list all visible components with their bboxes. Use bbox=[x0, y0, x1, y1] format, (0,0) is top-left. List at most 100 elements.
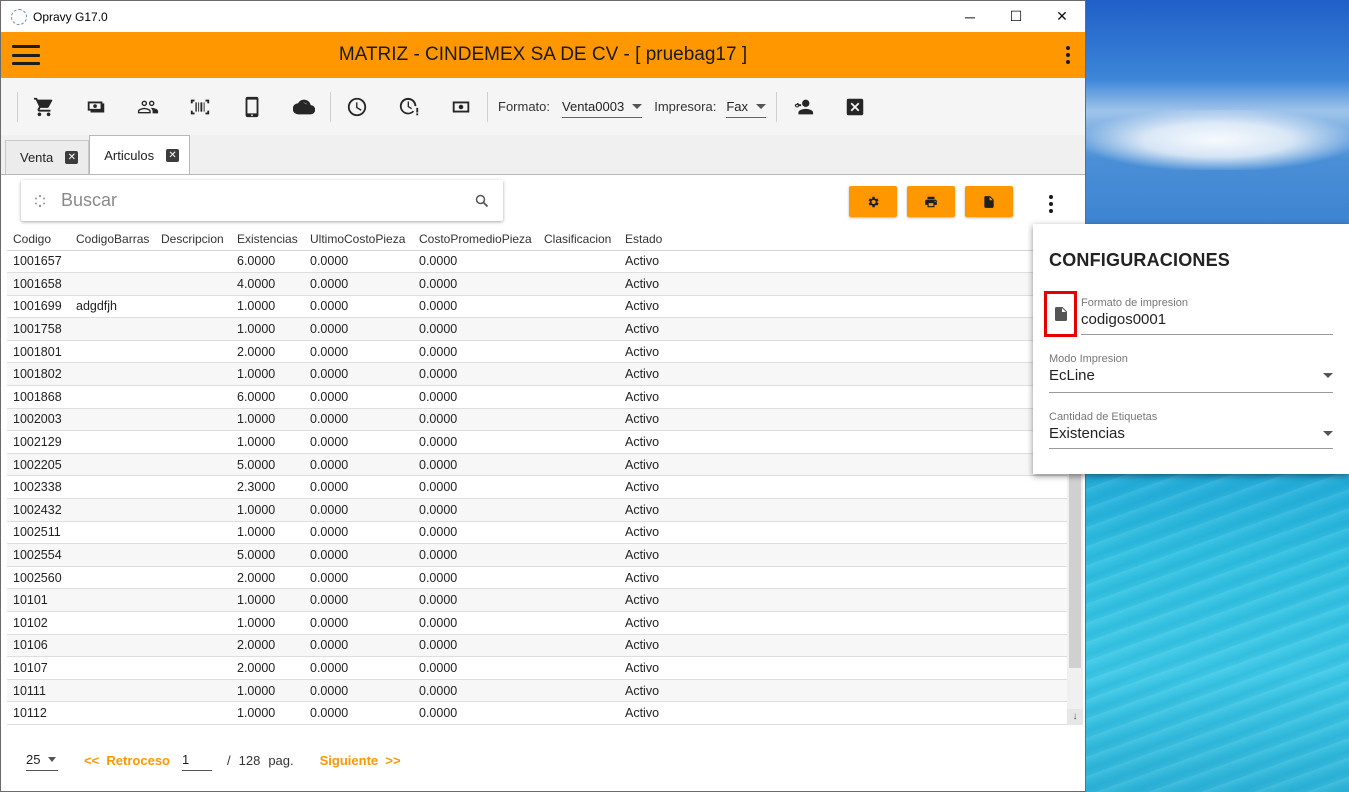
column-header[interactable]: Descripcion bbox=[155, 228, 231, 251]
search-input[interactable] bbox=[61, 190, 475, 211]
print-button[interactable] bbox=[907, 186, 955, 217]
table-row[interactable]: 10112 1.0000 0.0000 0.0000 Activo bbox=[7, 701, 1067, 725]
close-icon[interactable]: ✕ bbox=[65, 151, 79, 164]
table-row[interactable]: 1002205 5.0000 0.0000 0.0000 Activo bbox=[7, 453, 1067, 477]
table-cell: 0.0000 bbox=[304, 588, 413, 612]
formato-label: Formato: bbox=[498, 99, 551, 114]
table-cell bbox=[70, 362, 155, 387]
table-cell: adgdfjh bbox=[70, 295, 155, 319]
minimize-button[interactable]: ─ bbox=[947, 1, 993, 32]
money-icon[interactable] bbox=[435, 87, 487, 127]
table-row[interactable]: 10101 1.0000 0.0000 0.0000 Activo bbox=[7, 588, 1067, 612]
clock-alert-icon[interactable] bbox=[383, 87, 435, 127]
table-cell: 0.0000 bbox=[413, 317, 538, 341]
user-key-icon[interactable] bbox=[777, 87, 829, 127]
close-window-button[interactable]: ✕ bbox=[1039, 1, 1085, 32]
table-row[interactable]: 1002129 1.0000 0.0000 0.0000 Activo bbox=[7, 430, 1067, 454]
impresora-label: Impresora: bbox=[654, 99, 717, 114]
table-row[interactable]: 10106 2.0000 0.0000 0.0000 Activo bbox=[7, 634, 1067, 658]
table-cell: 0.0000 bbox=[413, 701, 538, 725]
maximize-button[interactable]: ☐ bbox=[993, 1, 1039, 32]
articulos-panel: Codigo CodigoBarras Descripcion Existenc… bbox=[1, 175, 1085, 791]
close-icon[interactable]: ✕ bbox=[166, 148, 180, 162]
table-cell bbox=[70, 408, 155, 432]
table-cell: 1002432 bbox=[7, 498, 70, 522]
cloud-sync-icon[interactable] bbox=[278, 87, 330, 127]
table-header-row: Codigo CodigoBarras Descripcion Existenc… bbox=[7, 228, 1067, 251]
table-cell: 0.0000 bbox=[304, 453, 413, 477]
column-header[interactable]: Estado bbox=[619, 228, 1067, 251]
tablet-icon[interactable] bbox=[226, 87, 278, 127]
table-row[interactable]: 10107 2.0000 0.0000 0.0000 Activo bbox=[7, 656, 1067, 680]
table-row[interactable]: 1002432 1.0000 0.0000 0.0000 Activo bbox=[7, 498, 1067, 522]
table-row[interactable]: 1001658 4.0000 0.0000 0.0000 Activo bbox=[7, 272, 1067, 296]
table-cell: Activo bbox=[619, 408, 1067, 432]
column-header[interactable]: Existencias bbox=[231, 228, 304, 251]
more-vert-icon[interactable] bbox=[1065, 46, 1071, 64]
settings-button[interactable] bbox=[849, 186, 897, 217]
table-row[interactable]: 1002554 5.0000 0.0000 0.0000 Activo bbox=[7, 543, 1067, 567]
formato-select[interactable]: Venta0003 bbox=[562, 96, 643, 118]
table-cell: 1001868 bbox=[7, 385, 70, 409]
table-row[interactable]: 1001699 adgdfjh 1.0000 0.0000 0.0000 Activo bbox=[7, 295, 1067, 319]
table-row[interactable]: 1002003 1.0000 0.0000 0.0000 Activo bbox=[7, 408, 1067, 432]
table-cell: 1.0000 bbox=[231, 498, 304, 522]
barcode-icon[interactable] bbox=[174, 87, 226, 127]
table-cell bbox=[538, 385, 619, 409]
page-size-select[interactable]: 25 bbox=[26, 749, 58, 771]
tab-venta[interactable]: Venta ✕ bbox=[5, 140, 90, 174]
more-vert-icon[interactable] bbox=[1047, 195, 1055, 213]
page-number-input[interactable]: 1 bbox=[182, 749, 212, 771]
impresora-select[interactable]: Fax bbox=[726, 96, 767, 118]
prev-page-link[interactable]: << Retroceso bbox=[84, 753, 170, 768]
highlight-box bbox=[1044, 291, 1077, 337]
table-row[interactable]: 10111 1.0000 0.0000 0.0000 Activo bbox=[7, 679, 1067, 703]
table-cell bbox=[155, 430, 231, 454]
title-bar: Opravy G17.0 ─ ☐ ✕ bbox=[1, 1, 1085, 32]
cantidad-etiquetas-select[interactable]: Cantidad de Etiquetas Existencias bbox=[1049, 411, 1333, 449]
table-cell bbox=[155, 701, 231, 725]
close-box-icon[interactable] bbox=[829, 87, 881, 127]
chevron-down-icon bbox=[48, 757, 57, 762]
table-cell: 0.0000 bbox=[413, 340, 538, 364]
table-cell: 0.0000 bbox=[413, 543, 538, 567]
tab-articulos[interactable]: Articulos ✕ bbox=[89, 135, 191, 174]
clock-icon[interactable] bbox=[331, 87, 383, 127]
menu-icon[interactable] bbox=[12, 45, 40, 65]
formato-impresion-field[interactable]: Formato de impresion codigos0001 bbox=[1081, 297, 1333, 335]
table-cell: 10106 bbox=[7, 634, 70, 658]
column-header[interactable]: Codigo bbox=[7, 228, 70, 251]
chevron-down-icon bbox=[632, 103, 643, 109]
file-icon[interactable] bbox=[1054, 307, 1067, 321]
table-row[interactable]: 1001657 6.0000 0.0000 0.0000 Activo bbox=[7, 250, 1067, 274]
table-cell bbox=[70, 679, 155, 703]
table-row[interactable]: 1001868 6.0000 0.0000 0.0000 Activo bbox=[7, 385, 1067, 409]
column-header[interactable]: CodigoBarras bbox=[70, 228, 155, 251]
table-cell bbox=[538, 521, 619, 545]
pagination: 25 << Retroceso 1 / 128 pag. Siguiente >… bbox=[1, 745, 601, 775]
column-header[interactable]: Clasificacion bbox=[538, 228, 619, 251]
table-cell: 6.0000 bbox=[231, 250, 304, 274]
table-cell: Activo bbox=[619, 385, 1067, 409]
modo-impresion-select[interactable]: Modo Impresion EcLine bbox=[1049, 353, 1333, 393]
table-cell: 0.0000 bbox=[304, 701, 413, 725]
table-row[interactable]: 1001801 2.0000 0.0000 0.0000 Activo bbox=[7, 340, 1067, 364]
search-icon[interactable] bbox=[475, 194, 489, 208]
table-row[interactable]: 1002338 2.3000 0.0000 0.0000 Activo bbox=[7, 475, 1067, 500]
table-row[interactable]: 10102 1.0000 0.0000 0.0000 Activo bbox=[7, 611, 1067, 635]
table-row[interactable]: 1001758 1.0000 0.0000 0.0000 Activo bbox=[7, 317, 1067, 341]
column-header[interactable]: CostoPromedioPieza bbox=[413, 228, 538, 251]
scroll-down-icon[interactable]: ↓ bbox=[1067, 709, 1083, 725]
table-cell bbox=[155, 385, 231, 409]
people-icon[interactable] bbox=[122, 87, 174, 127]
articulos-table: Codigo CodigoBarras Descripcion Existenc… bbox=[7, 228, 1067, 725]
column-header[interactable]: UltimoCostoPieza bbox=[304, 228, 413, 251]
table-row[interactable]: 1002560 2.0000 0.0000 0.0000 Activo bbox=[7, 566, 1067, 590]
cart-icon[interactable] bbox=[18, 87, 70, 127]
table-row[interactable]: 1001802 1.0000 0.0000 0.0000 Activo bbox=[7, 362, 1067, 387]
cash-icon[interactable] bbox=[70, 87, 122, 127]
next-page-link[interactable]: Siguiente >> bbox=[320, 753, 401, 768]
table-row[interactable]: 1002511 1.0000 0.0000 0.0000 Activo bbox=[7, 521, 1067, 545]
document-button[interactable] bbox=[965, 186, 1013, 217]
table-cell bbox=[70, 430, 155, 454]
